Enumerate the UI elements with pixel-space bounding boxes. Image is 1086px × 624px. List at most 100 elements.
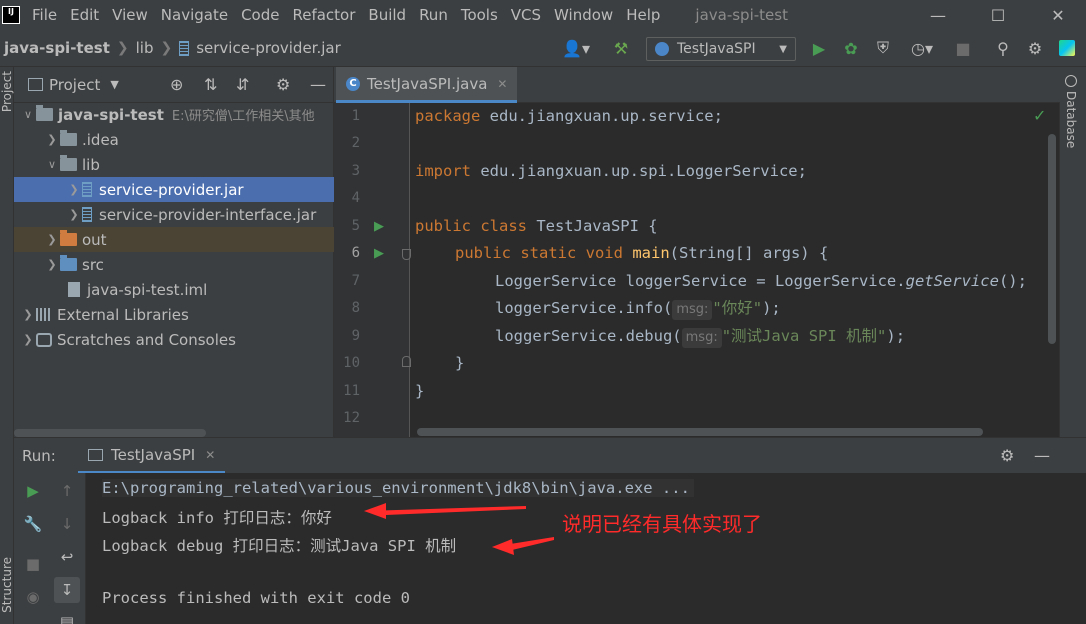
close-tab-icon[interactable]: ✕: [205, 448, 215, 462]
chevron-right-icon[interactable]: ❯: [44, 258, 60, 271]
menu-view[interactable]: View: [112, 6, 148, 24]
folder-icon: [60, 230, 77, 246]
project-tool-button[interactable]: Project: [0, 71, 14, 112]
menu-code[interactable]: Code: [241, 6, 279, 24]
tree-item-service-provider-interface-jar[interactable]: ❯ service-provider-interface.jar: [14, 202, 334, 227]
project-view-selector[interactable]: Project: [49, 76, 100, 94]
breadcrumb-lib[interactable]: lib: [136, 39, 154, 57]
console-icon: [88, 448, 103, 461]
tree-item-src[interactable]: ❯ src: [14, 252, 334, 277]
fold-icon[interactable]: [402, 249, 411, 260]
code-line: }: [455, 354, 465, 372]
coverage-icon[interactable]: ⛨: [872, 38, 894, 58]
collapse-all-icon[interactable]: ⇵: [236, 75, 249, 94]
tree-item-out[interactable]: ❯ out: [14, 227, 334, 252]
line-number: 10: [343, 355, 360, 371]
scroll-up-icon[interactable]: ↑: [56, 480, 78, 502]
menu-tools[interactable]: Tools: [461, 6, 498, 24]
code-editor[interactable]: package edu.jiangxuan.up.service; import…: [411, 103, 1051, 437]
close-tab-icon[interactable]: ✕: [497, 77, 507, 91]
tree-item-scratches[interactable]: ❯ Scratches and Consoles: [14, 327, 334, 352]
annotation-arrow-head: [364, 503, 386, 519]
maximize-icon[interactable]: ☐: [978, 0, 1018, 30]
chevron-right-icon: ❯: [116, 40, 129, 56]
expand-all-icon[interactable]: ⇅: [204, 75, 217, 94]
run-class-icon[interactable]: ▶: [374, 219, 384, 234]
settings-icon[interactable]: ⚙: [1024, 38, 1046, 58]
soft-wrap-icon[interactable]: ↩: [56, 546, 78, 568]
tree-item-external-libraries[interactable]: ❯ External Libraries: [14, 302, 334, 327]
close-icon[interactable]: ✕: [1038, 0, 1078, 30]
structure-tool-button[interactable]: Structure: [0, 557, 14, 613]
settings-icon[interactable]: ⚙: [276, 75, 290, 94]
menu-vcs[interactable]: VCS: [511, 6, 541, 24]
breadcrumb-jar[interactable]: service-provider.jar: [196, 39, 341, 57]
jetbrains-icon[interactable]: [1056, 38, 1078, 58]
menu-window[interactable]: Window: [554, 6, 613, 24]
debug-icon[interactable]: ✿: [840, 38, 862, 58]
chevron-right-icon[interactable]: ❯: [20, 333, 36, 346]
menu-file[interactable]: File: [32, 6, 57, 24]
chevron-down-icon[interactable]: ▼: [110, 78, 118, 91]
run-icon[interactable]: ▶: [808, 38, 830, 58]
intellij-logo-icon: IJ: [2, 6, 20, 24]
console-output[interactable]: E:\programing_related\various_environmen…: [86, 473, 1086, 624]
line-number: 6: [351, 245, 360, 261]
profile-icon[interactable]: ◷▾: [902, 38, 942, 58]
stop-icon[interactable]: ■: [22, 553, 44, 575]
file-icon: [68, 282, 80, 297]
chevron-right-icon[interactable]: ❯: [44, 233, 60, 246]
chevron-right-icon[interactable]: ❯: [66, 208, 82, 221]
code-line: loggerService.info(msg: "你好");: [495, 295, 781, 322]
run-main-icon[interactable]: ▶: [374, 246, 384, 261]
chevron-down-icon[interactable]: ∨: [20, 108, 36, 121]
chevron-right-icon[interactable]: ❯: [66, 183, 82, 196]
minimize-icon[interactable]: —: [918, 0, 958, 30]
vertical-scrollbar[interactable]: [1048, 134, 1056, 344]
settings-icon[interactable]: ⚙: [1000, 446, 1014, 465]
hide-icon[interactable]: —: [1034, 446, 1050, 465]
tree-item-project-root[interactable]: ∨ java-spi-test E:\研究僧\工作相关\其他: [14, 102, 334, 127]
tree-item-label: .idea: [82, 130, 119, 149]
right-tool-stripe: Database: [1059, 67, 1086, 437]
menu-edit[interactable]: Edit: [70, 6, 99, 24]
chevron-right-icon[interactable]: ❯: [44, 133, 60, 146]
chevron-down-icon[interactable]: ∨: [44, 158, 60, 171]
hammer-icon[interactable]: ⚒: [610, 38, 632, 58]
tree-item-iml[interactable]: java-spi-test.iml: [14, 277, 334, 302]
code-line: }: [415, 382, 425, 400]
search-icon[interactable]: ⚲: [992, 38, 1014, 58]
tree-item-lib[interactable]: ∨ lib: [14, 152, 334, 177]
tab-run-testjavaspi[interactable]: TestJavaSPI ✕: [78, 438, 226, 474]
menu-navigate[interactable]: Navigate: [161, 6, 228, 24]
menu-build[interactable]: Build: [368, 6, 406, 24]
camera-icon[interactable]: ◉: [22, 586, 44, 608]
menu-refactor[interactable]: Refactor: [292, 6, 355, 24]
print-icon[interactable]: ▤: [56, 611, 78, 624]
database-label: Database: [1064, 91, 1078, 149]
chevron-right-icon[interactable]: ❯: [20, 308, 36, 321]
hide-icon[interactable]: —: [310, 75, 326, 94]
menu-help[interactable]: Help: [626, 6, 660, 24]
line-number: 4: [351, 190, 360, 206]
jar-icon: [82, 207, 92, 222]
rerun-icon[interactable]: ▶: [22, 480, 44, 502]
tree-item-path: E:\研究僧\工作相关\其他: [171, 109, 315, 124]
database-tool-button[interactable]: Database: [1064, 75, 1078, 148]
run-configuration-select[interactable]: TestJavaSPI ▼: [646, 37, 796, 61]
scroll-to-end-icon[interactable]: ↧: [54, 577, 80, 603]
tree-item-service-provider-jar[interactable]: ❯ service-provider.jar: [14, 177, 334, 202]
breadcrumb-project[interactable]: java-spi-test: [4, 39, 110, 57]
tab-testjavaspi-java[interactable]: C TestJavaSPI.java ✕: [336, 67, 518, 103]
stop-icon[interactable]: ■: [952, 38, 974, 58]
locate-icon[interactable]: ⊕: [170, 75, 183, 94]
menu-run[interactable]: Run: [419, 6, 448, 24]
horizontal-scrollbar[interactable]: [417, 428, 983, 436]
horizontal-scrollbar[interactable]: [14, 429, 206, 437]
user-icon[interactable]: 👤▾: [560, 38, 592, 58]
tree-item-idea[interactable]: ❯ .idea: [14, 127, 334, 152]
fold-icon[interactable]: [402, 356, 411, 367]
wrench-icon[interactable]: 🔧: [22, 513, 44, 535]
scroll-down-icon[interactable]: ↓: [56, 513, 78, 535]
no-problems-check-icon[interactable]: ✓: [1033, 106, 1046, 125]
